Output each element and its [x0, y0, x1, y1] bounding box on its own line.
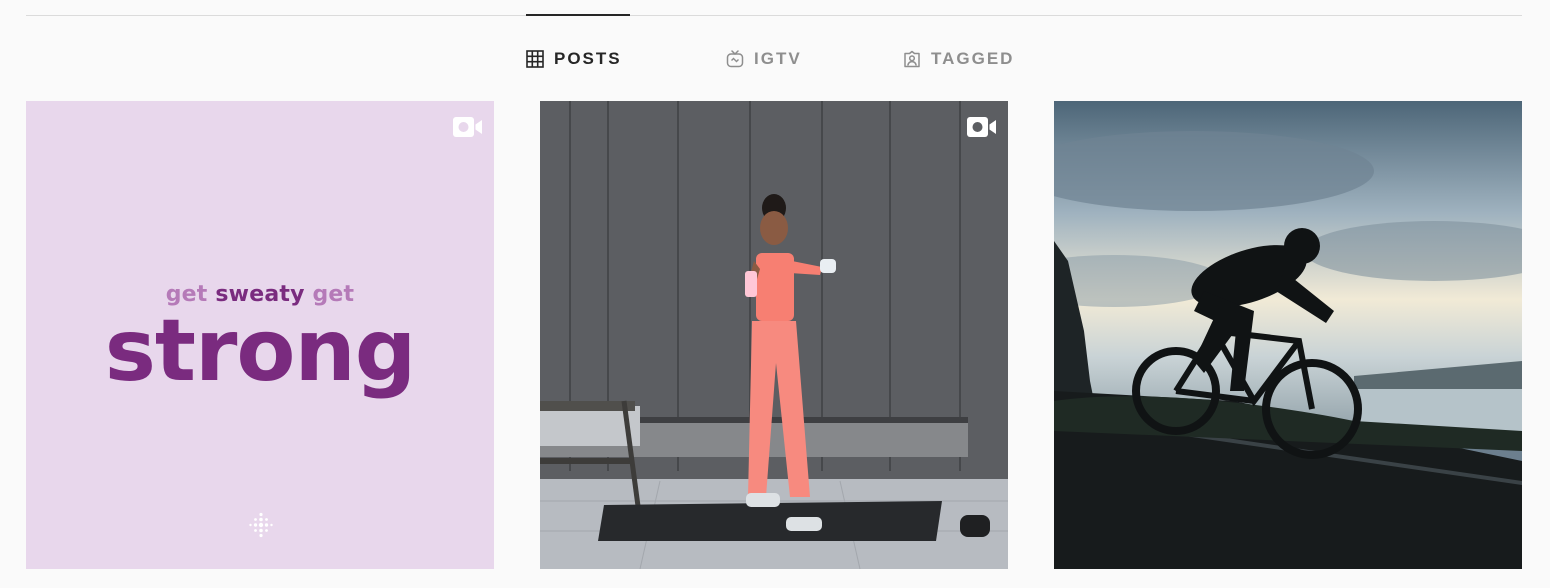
post-tile-workout[interactable]: [540, 101, 1008, 569]
video-icon: [453, 117, 482, 137]
tab-label-tagged: TAGGED: [931, 49, 1015, 68]
post-tile-promo[interactable]: get sweaty get strong: [26, 101, 494, 569]
tab-label-posts: POSTS: [554, 49, 622, 68]
igtv-icon: [726, 50, 744, 68]
tab-label-igtv: IGTV: [754, 49, 802, 68]
active-tab-indicator: [526, 14, 630, 16]
promo-headline: strong: [104, 301, 417, 401]
tab-tagged[interactable]: TAGGED: [903, 44, 1014, 74]
profile-tabs: POSTS IGTV TAGGED: [0, 44, 1550, 74]
tab-igtv[interactable]: IGTV: [726, 44, 802, 74]
grid-icon: [526, 50, 544, 68]
tab-posts[interactable]: POSTS: [526, 44, 622, 74]
post-tile-cyclist[interactable]: [1054, 101, 1522, 569]
cyclist-photo: [1054, 101, 1522, 569]
profile-posts-section: POSTS IGTV TAGGED get sweaty get strong: [0, 0, 1550, 588]
video-icon-2: [967, 117, 996, 137]
workout-photo: [540, 101, 1008, 569]
fitbit-logo: [249, 512, 273, 538]
tagged-icon: [903, 50, 921, 68]
section-divider: [26, 15, 1522, 16]
